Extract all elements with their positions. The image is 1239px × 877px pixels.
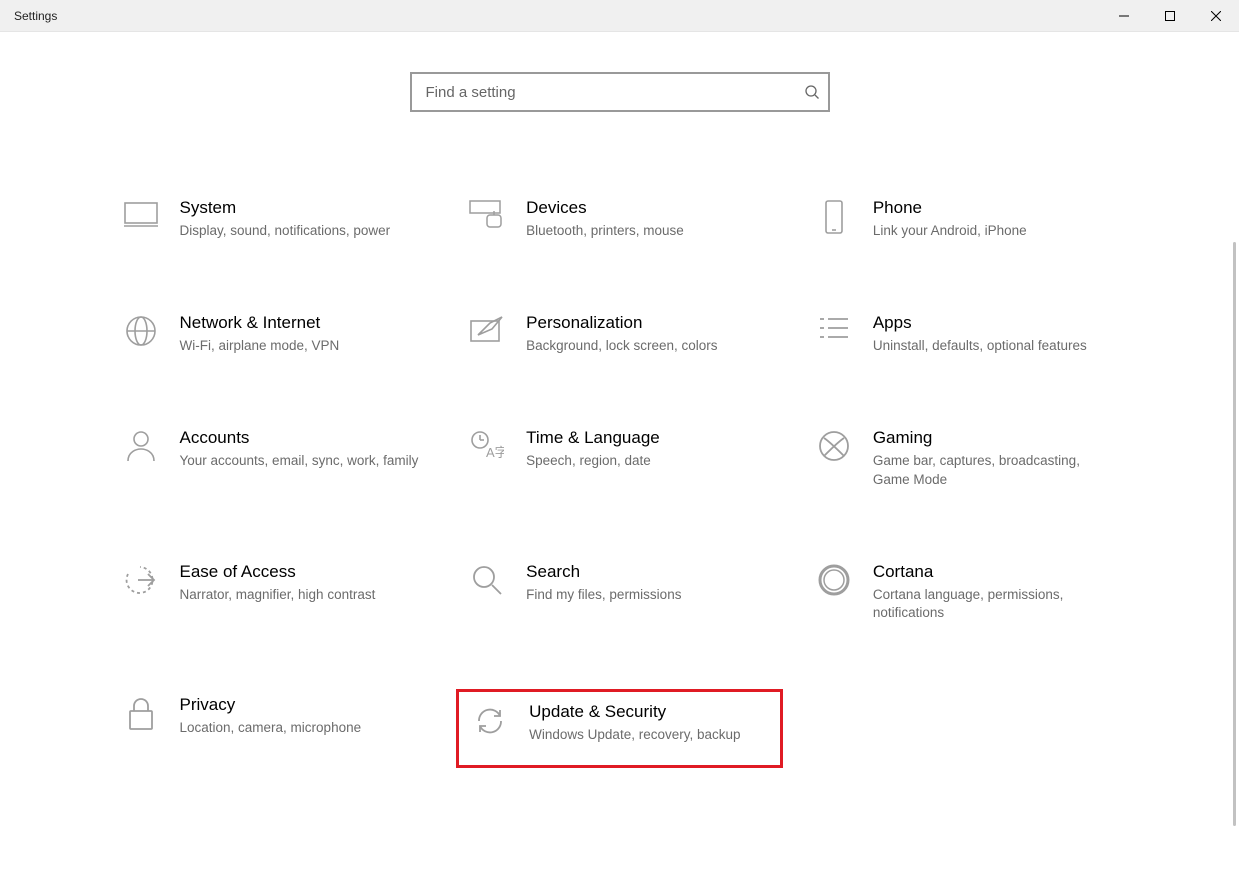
tile-accounts[interactable]: Accounts Your accounts, email, sync, wor… [110,422,437,496]
list-icon [809,313,859,341]
tile-update-security[interactable]: Update & Security Windows Update, recove… [456,689,783,768]
scrollbar[interactable] [1231,242,1237,877]
tile-desc: Cortana language, permissions, notificat… [873,586,1114,624]
minimize-button[interactable] [1101,0,1147,31]
tile-time-language[interactable]: A字 Time & Language Speech, region, date [456,422,783,496]
tile-title: Time & Language [526,428,660,448]
tile-desc: Windows Update, recovery, backup [529,726,740,745]
tile-desc: Bluetooth, printers, mouse [526,222,684,241]
minimize-icon [1119,11,1129,21]
tile-desc: Speech, region, date [526,452,660,471]
tile-personalization[interactable]: Personalization Background, lock screen,… [456,307,783,362]
tile-title: Accounts [180,428,419,448]
tile-title: Phone [873,198,1027,218]
tile-devices[interactable]: Devices Bluetooth, printers, mouse [456,192,783,247]
search-box [410,72,830,112]
phone-icon [809,198,859,234]
settings-grid: System Display, sound, notifications, po… [110,192,1130,768]
search-input[interactable] [410,72,830,112]
tile-privacy[interactable]: Privacy Location, camera, microphone [110,689,437,768]
tile-phone[interactable]: Phone Link your Android, iPhone [803,192,1130,247]
scrollbar-thumb[interactable] [1233,242,1236,826]
xbox-icon [809,428,859,462]
ease-of-access-icon [116,562,166,596]
maximize-icon [1165,11,1175,21]
lock-icon [116,695,166,731]
window-title: Settings [0,9,57,23]
tile-title: Privacy [180,695,362,715]
system-icon [116,198,166,228]
svg-text:A字: A字 [486,445,504,460]
sync-icon [465,702,515,738]
tile-desc: Location, camera, microphone [180,719,362,738]
tile-desc: Narrator, magnifier, high contrast [180,586,376,605]
magnifier-icon [462,562,512,596]
tile-title: Apps [873,313,1087,333]
tile-desc: Background, lock screen, colors [526,337,717,356]
devices-icon [462,198,512,230]
titlebar: Settings [0,0,1239,32]
cortana-icon [809,562,859,596]
tile-ease-of-access[interactable]: Ease of Access Narrator, magnifier, high… [110,556,437,630]
content-area: System Display, sound, notifications, po… [0,72,1239,877]
tile-gaming[interactable]: Gaming Game bar, captures, broadcasting,… [803,422,1130,496]
tile-desc: Link your Android, iPhone [873,222,1027,241]
tile-apps[interactable]: Apps Uninstall, defaults, optional featu… [803,307,1130,362]
tile-desc: Wi-Fi, airplane mode, VPN [180,337,340,356]
tile-title: Devices [526,198,684,218]
tile-title: Ease of Access [180,562,376,582]
time-language-icon: A字 [462,428,512,460]
search-icon [804,72,820,112]
close-button[interactable] [1193,0,1239,31]
tile-title: Update & Security [529,702,740,722]
tile-system[interactable]: System Display, sound, notifications, po… [110,192,437,247]
tile-cortana[interactable]: Cortana Cortana language, permissions, n… [803,556,1130,630]
tile-network[interactable]: Network & Internet Wi-Fi, airplane mode,… [110,307,437,362]
maximize-button[interactable] [1147,0,1193,31]
tile-desc: Your accounts, email, sync, work, family [180,452,419,471]
tile-title: Network & Internet [180,313,340,333]
tile-desc: Uninstall, defaults, optional features [873,337,1087,356]
tile-title: System [180,198,391,218]
tile-title: Personalization [526,313,717,333]
tile-title: Gaming [873,428,1114,448]
tile-desc: Find my files, permissions [526,586,681,605]
window-controls [1101,0,1239,31]
tile-title: Cortana [873,562,1114,582]
tile-search[interactable]: Search Find my files, permissions [456,556,783,630]
globe-icon [116,313,166,347]
paintbrush-icon [462,313,512,345]
tile-title: Search [526,562,681,582]
person-icon [116,428,166,462]
tile-desc: Game bar, captures, broadcasting, Game M… [873,452,1114,490]
close-icon [1211,11,1221,21]
tile-desc: Display, sound, notifications, power [180,222,391,241]
